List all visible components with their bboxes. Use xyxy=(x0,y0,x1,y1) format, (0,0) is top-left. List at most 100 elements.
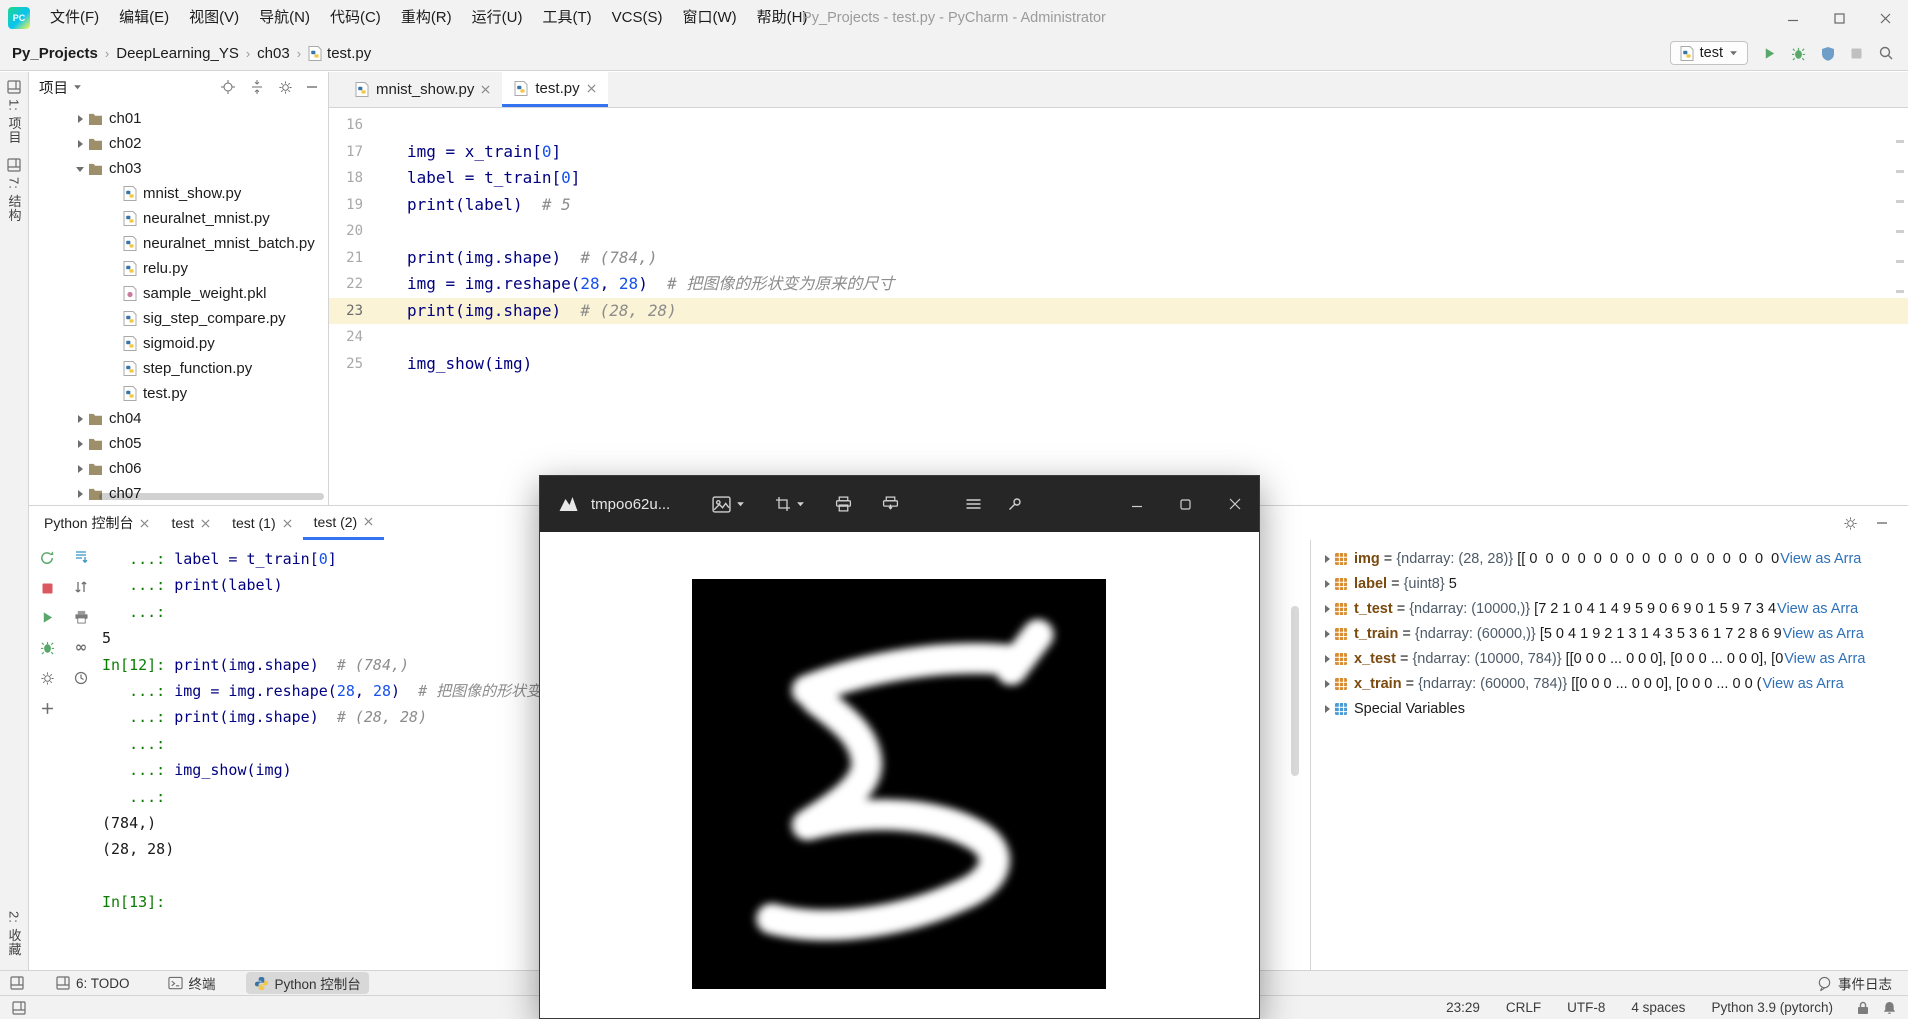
tree-item-step_function.py[interactable]: step_function.py xyxy=(29,356,328,381)
maximize-button[interactable] xyxy=(1816,0,1862,36)
variable-row-t_test[interactable]: t_test = {ndarray: (10000,)} [7 2 1 0 4 … xyxy=(1311,596,1908,621)
status-item[interactable]: 4 spaces xyxy=(1631,1000,1685,1015)
tree-item-sigmoid.py[interactable]: sigmoid.py xyxy=(29,331,328,356)
project-settings-button[interactable] xyxy=(278,80,293,95)
chevron-right-icon[interactable] xyxy=(71,414,88,424)
tree-item-neuralnet_mnist.py[interactable]: neuralnet_mnist.py xyxy=(29,206,328,231)
chevron-down-icon[interactable] xyxy=(71,164,88,174)
lock-icon[interactable] xyxy=(1857,1001,1869,1015)
sort-lines-button[interactable] xyxy=(74,580,88,594)
chevron-right-icon[interactable] xyxy=(71,439,88,449)
hide-panel-button[interactable] xyxy=(306,81,318,93)
chevron-right-icon[interactable] xyxy=(1319,554,1334,564)
chevron-right-icon[interactable] xyxy=(1319,679,1334,689)
debug-button[interactable] xyxy=(1791,46,1806,61)
stripe-project[interactable]: 1: 项目 xyxy=(5,80,24,144)
chevron-right-icon[interactable] xyxy=(1319,704,1334,714)
variable-row-label[interactable]: label = {uint8} 5 xyxy=(1311,571,1908,596)
history-button[interactable] xyxy=(74,671,88,685)
view-as-array-link[interactable]: View as Arra xyxy=(1783,626,1864,642)
console-tab-test (1)[interactable]: test (1) xyxy=(221,506,303,540)
status-item[interactable]: Python 3.9 (pytorch) xyxy=(1711,1000,1833,1015)
editor-scroll-stripe[interactable] xyxy=(1896,112,1906,501)
view-as-array-link[interactable]: View as Arra xyxy=(1784,651,1865,667)
variable-row-t_train[interactable]: t_train = {ndarray: (60000,)} [5 0 4 1 9… xyxy=(1311,621,1908,646)
menu-item[interactable]: 工具(T) xyxy=(532,0,601,36)
menu-item[interactable]: 文件(F) xyxy=(40,0,109,36)
menu-item[interactable]: VCS(S) xyxy=(602,0,673,36)
chevron-right-icon[interactable] xyxy=(1319,604,1334,614)
close-button[interactable] xyxy=(1210,476,1259,532)
stop-button[interactable] xyxy=(1850,47,1863,60)
close-tab-icon[interactable] xyxy=(364,517,373,526)
view-as-array-link[interactable]: View as Arra xyxy=(1780,551,1861,567)
more-menu-button[interactable] xyxy=(965,497,982,511)
coverage-button[interactable] xyxy=(1821,46,1835,61)
run-button[interactable] xyxy=(1763,47,1776,60)
tree-item-test.py[interactable]: test.py xyxy=(29,381,328,406)
editor-tab-test.py[interactable]: test.py xyxy=(502,72,608,107)
close-tab-icon[interactable] xyxy=(481,85,490,94)
view-as-array-link[interactable]: View as Arra xyxy=(1763,676,1844,692)
tool-windows-icon[interactable] xyxy=(10,976,24,990)
crop-rotate-button[interactable] xyxy=(775,496,805,512)
breadcrumb-item[interactable]: Py_Projects xyxy=(12,45,98,62)
console-tab-Python 控制台[interactable]: Python 控制台 xyxy=(33,506,160,540)
menu-item[interactable]: 帮助(H) xyxy=(747,0,818,36)
chevron-right-icon[interactable] xyxy=(71,139,88,149)
minimize-button[interactable] xyxy=(1770,0,1816,36)
maximize-button[interactable] xyxy=(1161,476,1210,532)
print-export-button[interactable] xyxy=(882,496,899,512)
rerun-console-button[interactable] xyxy=(39,550,55,566)
tree-item-ch03[interactable]: ch03 xyxy=(29,156,328,181)
code-editor[interactable]: 16 17 img = x_train[0] 18 label = t_train[0]… xyxy=(329,108,1908,377)
stripe-favorites[interactable]: 2: 收藏 xyxy=(5,911,24,956)
special-variables-row[interactable]: Special Variables xyxy=(1311,696,1908,721)
editor-tab-mnist_show.py[interactable]: mnist_show.py xyxy=(343,72,502,107)
soft-wrap-button[interactable]: ∞ xyxy=(75,640,88,655)
menu-item[interactable]: 运行(U) xyxy=(462,0,533,36)
image-tools-button[interactable] xyxy=(712,495,745,513)
stripe-structure[interactable]: 7: 结构 xyxy=(5,158,24,223)
chevron-down-icon[interactable] xyxy=(73,84,82,91)
python-console-toolwindow-button[interactable]: Python 控制台 xyxy=(245,972,369,994)
resume-button[interactable] xyxy=(41,611,54,624)
scroll-to-end-button[interactable] xyxy=(74,550,88,564)
event-log-button[interactable]: 事件日志 xyxy=(1817,973,1908,993)
print-image-button[interactable] xyxy=(835,496,852,512)
status-item[interactable]: UTF-8 xyxy=(1567,1000,1605,1015)
close-button[interactable] xyxy=(1862,0,1908,36)
pin-button[interactable] xyxy=(1008,497,1022,511)
locate-file-button[interactable] xyxy=(220,79,236,95)
tree-item-relu.py[interactable]: relu.py xyxy=(29,256,328,281)
chevron-right-icon[interactable] xyxy=(71,489,88,499)
menu-item[interactable]: 窗口(W) xyxy=(672,0,746,36)
menu-item[interactable]: 重构(R) xyxy=(391,0,462,36)
menu-item[interactable]: 编辑(E) xyxy=(109,0,179,36)
menu-item[interactable]: 视图(V) xyxy=(179,0,249,36)
breadcrumb-item[interactable]: ch03 xyxy=(257,45,290,62)
console-tab-test (2)[interactable]: test (2) xyxy=(302,506,385,540)
view-as-array-link[interactable]: View as Arra xyxy=(1777,601,1858,617)
new-console-button[interactable] xyxy=(41,702,54,715)
tree-item-ch01[interactable]: ch01 xyxy=(29,106,328,131)
tree-item-ch05[interactable]: ch05 xyxy=(29,431,328,456)
print-console-button[interactable] xyxy=(74,610,89,624)
hide-console-button[interactable] xyxy=(1876,517,1888,529)
terminal-toolwindow-button[interactable]: 终端 xyxy=(160,972,224,994)
tree-item-ch02[interactable]: ch02 xyxy=(29,131,328,156)
console-options-button[interactable] xyxy=(1843,516,1858,531)
attach-debugger-button[interactable] xyxy=(40,640,55,655)
tree-item-ch06[interactable]: ch06 xyxy=(29,456,328,481)
chevron-right-icon[interactable] xyxy=(1319,629,1334,639)
project-horizontal-scrollbar[interactable] xyxy=(99,493,324,500)
chevron-right-icon[interactable] xyxy=(71,114,88,124)
console-tab-test[interactable]: test xyxy=(160,506,221,540)
close-tab-icon[interactable] xyxy=(201,518,210,528)
close-tab-icon[interactable] xyxy=(587,83,596,93)
tree-item-sig_step_compare.py[interactable]: sig_step_compare.py xyxy=(29,306,328,331)
console-settings-button[interactable] xyxy=(40,671,55,686)
tree-item-sample_weight.pkl[interactable]: sample_weight.pkl xyxy=(29,281,328,306)
breadcrumb-item[interactable]: test.py xyxy=(308,45,371,62)
console-scrollbar[interactable] xyxy=(1291,606,1299,776)
